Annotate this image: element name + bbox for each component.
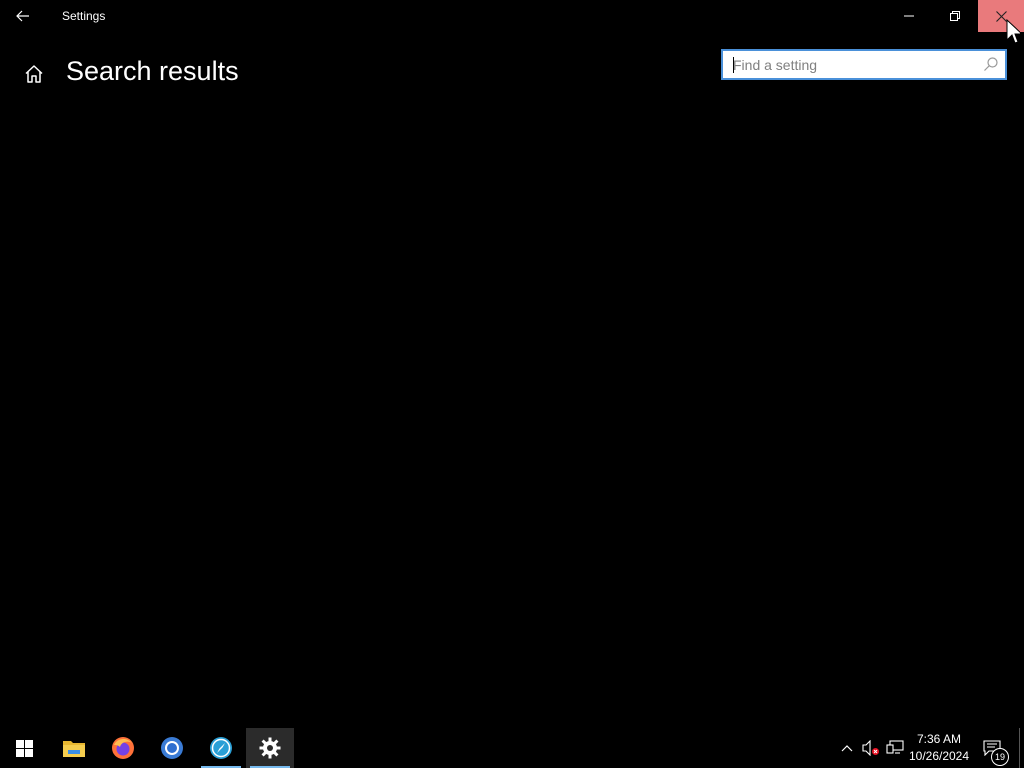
- system-clock[interactable]: 7:36 AM 10/26/2024: [904, 731, 974, 765]
- notification-count-badge: 19: [991, 748, 1009, 766]
- restore-icon: [950, 11, 960, 21]
- clock-date: 10/26/2024: [908, 749, 970, 763]
- settings-window: Settings Search results: [0, 0, 1024, 728]
- taskbar-firefox[interactable]: [99, 728, 147, 768]
- back-button[interactable]: [0, 0, 46, 32]
- show-hidden-icons-button[interactable]: [837, 738, 857, 758]
- taskbar-chrome[interactable]: [148, 728, 196, 768]
- clock-time: 7:36 AM: [916, 732, 962, 746]
- taskbar: 7:36 AM 10/26/2024 19: [0, 728, 1024, 768]
- text-caret: [733, 57, 734, 73]
- firefox-icon: [112, 737, 134, 759]
- compass-app-icon: [210, 737, 232, 759]
- volume-button[interactable]: [861, 738, 881, 758]
- taskbar-app[interactable]: [197, 728, 245, 768]
- window-title: Settings: [62, 9, 106, 23]
- minimize-button[interactable]: [886, 0, 932, 32]
- taskbar-file-explorer[interactable]: [50, 728, 98, 768]
- minimize-icon: [904, 15, 914, 17]
- restore-button[interactable]: [932, 0, 978, 32]
- title-bar: Settings: [0, 0, 1024, 32]
- mouse-pointer-icon: [1006, 19, 1020, 44]
- taskbar-settings[interactable]: [246, 728, 294, 768]
- show-desktop-button[interactable]: [1019, 728, 1020, 768]
- chrome-icon: [161, 737, 183, 759]
- close-icon: [995, 10, 1007, 22]
- volume-muted-icon: [862, 740, 879, 756]
- search-input[interactable]: [723, 51, 983, 78]
- search-icon[interactable]: [983, 56, 999, 72]
- start-button[interactable]: [0, 728, 48, 768]
- network-button[interactable]: [885, 738, 905, 758]
- network-icon: [886, 740, 904, 754]
- home-button[interactable]: [20, 62, 48, 86]
- folder-icon: [63, 741, 85, 757]
- chevron-up-icon: [841, 745, 853, 752]
- back-arrow-icon: [16, 10, 29, 22]
- page-title: Search results: [66, 56, 239, 86]
- gear-icon: [259, 737, 281, 759]
- windows-logo-icon: [15, 739, 33, 757]
- search-box[interactable]: [721, 49, 1007, 80]
- home-icon: [25, 65, 43, 83]
